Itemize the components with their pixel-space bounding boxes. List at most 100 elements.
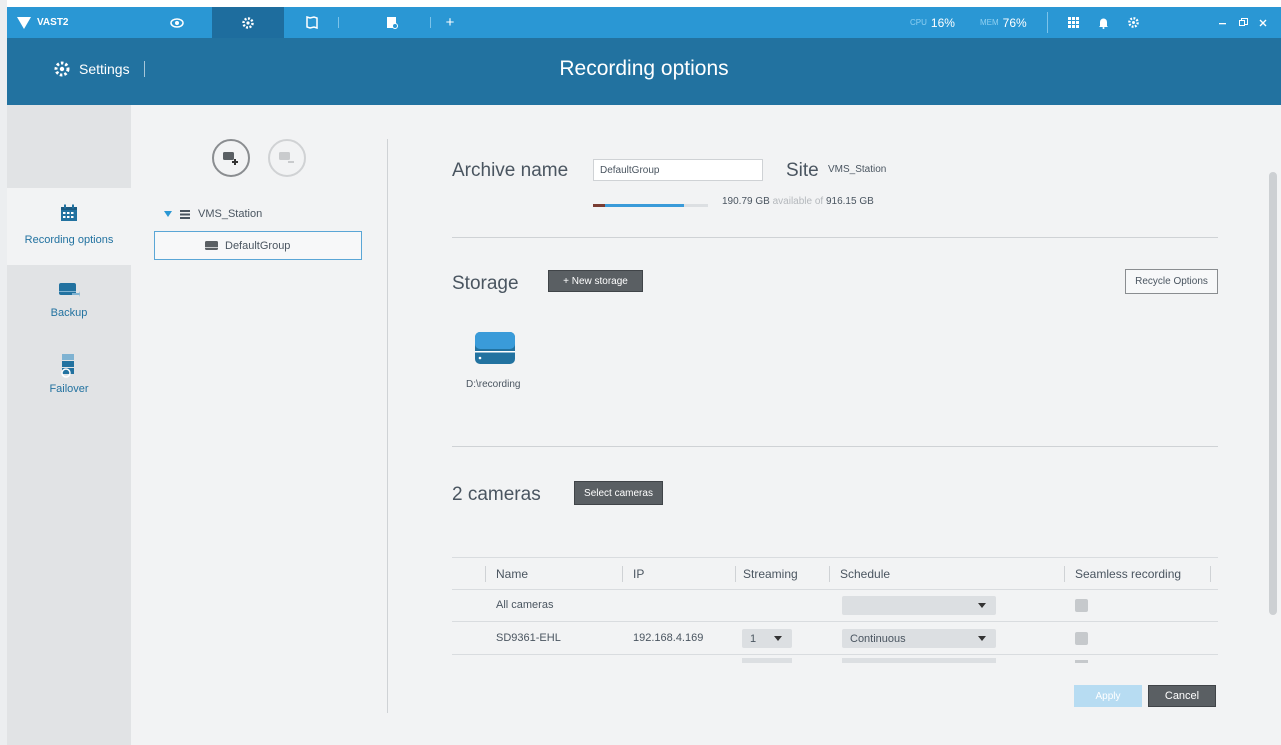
nav-label: Failover [49, 383, 89, 395]
app-brand: VAST2 [17, 7, 69, 38]
tab-event[interactable] [377, 7, 407, 38]
nav-item-failover[interactable]: Failover [7, 339, 131, 409]
schedule-dropdown[interactable]: Continuous [842, 629, 996, 648]
available-value: 190.79 GB [722, 196, 770, 207]
column-header-name[interactable]: Name [496, 558, 528, 590]
seamless-checkbox[interactable] [1075, 599, 1088, 612]
nav-label: Recording options [24, 234, 114, 246]
add-drive-icon [223, 152, 238, 165]
schedule-dropdown[interactable] [842, 596, 996, 615]
mem-usage: MEM 76% [980, 7, 1027, 38]
archive-tree-panel: VMS_Station DefaultGroup [131, 105, 391, 745]
camera-name: All cameras [496, 599, 554, 611]
column-separator [485, 566, 486, 582]
grid-icon [1067, 17, 1079, 28]
column-header-streaming[interactable]: Streaming [743, 558, 798, 590]
tree-child-label: DefaultGroup [225, 239, 291, 252]
eye-icon [170, 17, 184, 28]
archive-name-label: Archive name [452, 160, 569, 181]
add-tab-button[interactable]: + [440, 7, 460, 38]
cpu-usage: CPU 16% [910, 7, 955, 38]
tab-divider [338, 17, 339, 28]
notifications-button[interactable] [1091, 7, 1115, 38]
gear-icon [242, 16, 254, 29]
column-separator [829, 566, 830, 582]
storage-drive-item[interactable] [475, 332, 515, 369]
hard-drive-icon [475, 332, 515, 364]
add-archive-button[interactable] [212, 139, 250, 177]
remove-archive-button[interactable] [268, 139, 306, 177]
nav-item-backup[interactable]: Backup [7, 265, 131, 335]
page-title: Recording options [559, 57, 729, 80]
tree-root-label: VMS_Station [198, 208, 263, 220]
settings-button[interactable] [1121, 7, 1145, 38]
site-label: Site [786, 160, 819, 181]
section-divider [452, 237, 1218, 238]
map-icon [306, 16, 318, 29]
chevron-down-icon [774, 636, 782, 641]
column-header-seamless[interactable]: Seamless recording [1075, 558, 1181, 590]
calendar-icon [61, 204, 77, 221]
failover-server-icon [61, 354, 74, 378]
gear-icon [1127, 17, 1139, 28]
camera-ip: 192.168.4.169 [633, 632, 704, 644]
storage-capacity-text: 190.79 GB available of 916.15 GB [722, 196, 874, 207]
storage-usage-fill [593, 204, 684, 207]
chevron-down-icon [978, 603, 986, 608]
archive-name-input[interactable] [593, 159, 763, 181]
column-separator [622, 566, 623, 582]
vivotek-logo-icon [17, 16, 31, 29]
restore-button[interactable] [1235, 7, 1251, 38]
remove-drive-icon [279, 152, 294, 163]
schedule-dropdown-partial [842, 658, 996, 663]
streaming-dropdown-partial [742, 658, 792, 663]
storage-drive-path: D:\recording [466, 379, 521, 390]
cpu-value: 16% [930, 15, 955, 30]
tab-liveview[interactable] [157, 7, 197, 38]
select-cameras-button[interactable]: Select cameras [574, 481, 663, 505]
recycle-options-button[interactable]: Recycle Options [1125, 269, 1218, 294]
column-separator [1210, 566, 1211, 582]
apps-grid-button[interactable] [1061, 7, 1085, 38]
document-icon [387, 17, 398, 29]
tab-map[interactable] [297, 7, 327, 38]
new-storage-button[interactable]: + New storage [548, 270, 643, 292]
content-area: Recording options Backup Failover VMS_St… [7, 105, 1281, 745]
apply-button[interactable]: Apply [1074, 685, 1142, 707]
streaming-dropdown[interactable]: 1 [742, 629, 792, 648]
expand-triangle-icon[interactable] [164, 211, 172, 217]
table-row-partial [452, 655, 1218, 663]
mem-label: MEM [980, 18, 999, 27]
backup-drive-icon [59, 283, 80, 297]
cpu-label: CPU [910, 18, 927, 27]
tree-child-node[interactable]: DefaultGroup [154, 231, 362, 260]
nav-label: Backup [50, 307, 88, 319]
total-value: 916.15 GB [825, 196, 874, 207]
restore-icon [1238, 18, 1248, 26]
drive-icon [205, 241, 218, 250]
column-header-ip[interactable]: IP [633, 558, 644, 590]
close-icon [1259, 19, 1267, 26]
cancel-button[interactable]: Cancel [1148, 685, 1216, 707]
tab-settings[interactable] [212, 7, 284, 38]
available-text: available of [772, 196, 824, 207]
table-row: SD9361-EHL 192.168.4.169 1 Continuous [452, 622, 1218, 655]
nav-item-recording-options[interactable]: Recording options [7, 188, 131, 265]
title-bar: VAST2 + CPU 16% MEM 76% [7, 7, 1281, 38]
cameras-count: 2 cameras [452, 484, 541, 505]
mem-value: 76% [1002, 15, 1027, 30]
tree-root-node[interactable]: VMS_Station [164, 208, 262, 220]
close-button[interactable] [1255, 7, 1271, 38]
minimize-button[interactable] [1215, 7, 1231, 38]
left-nav: Recording options Backup Failover [7, 105, 131, 745]
section-divider [452, 446, 1218, 447]
server-list-icon [180, 209, 190, 219]
panel-divider [387, 139, 388, 713]
column-separator [1064, 566, 1065, 582]
vertical-scrollbar[interactable] [1269, 172, 1277, 615]
tab-divider [430, 17, 431, 28]
storage-usage-marker [593, 204, 605, 207]
seamless-checkbox[interactable] [1075, 632, 1088, 645]
bell-icon [1098, 18, 1108, 29]
column-header-schedule[interactable]: Schedule [840, 558, 890, 590]
